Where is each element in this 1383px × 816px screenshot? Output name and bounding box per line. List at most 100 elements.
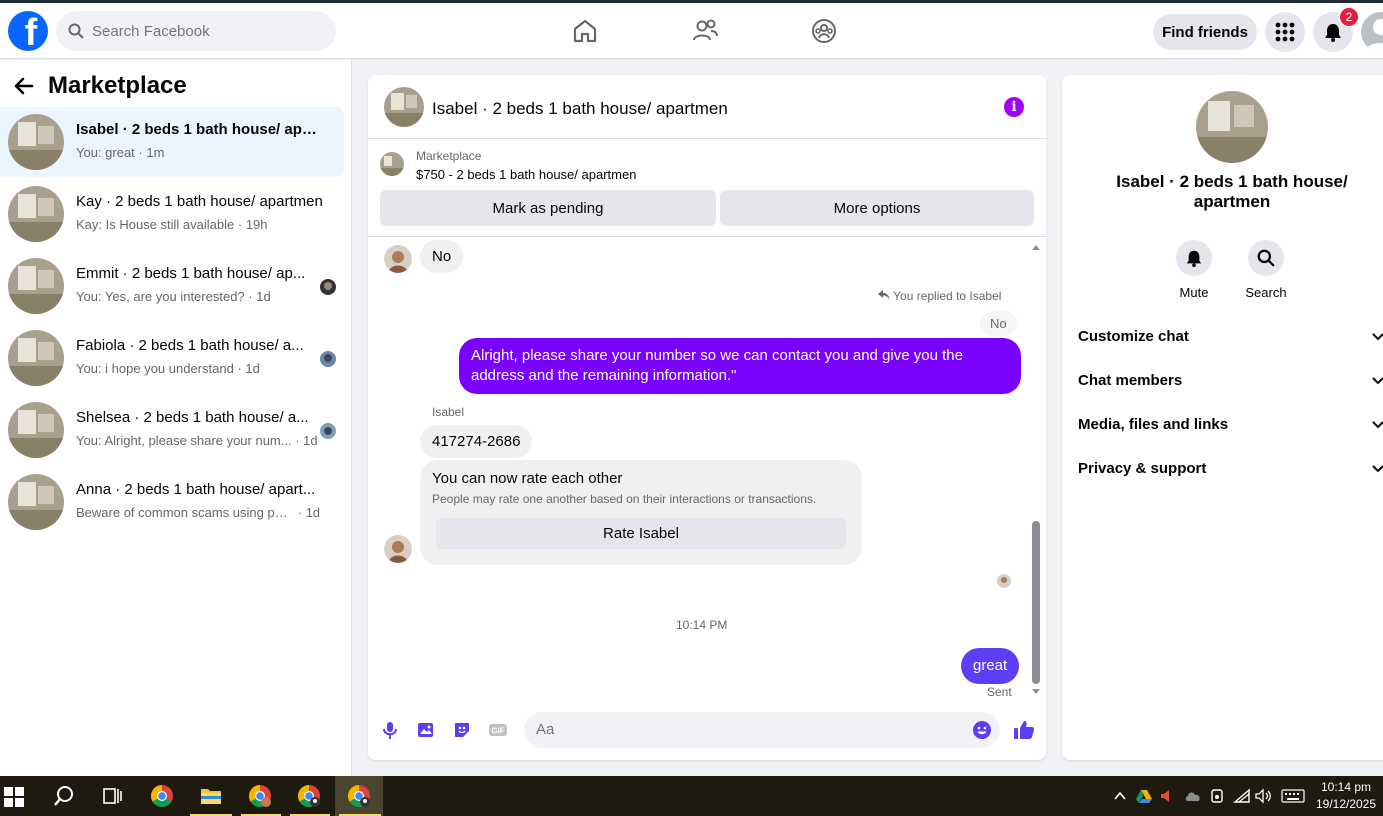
onedrive-cloud-icon[interactable] xyxy=(1184,788,1202,804)
listing-thumbnail-large[interactable] xyxy=(1196,91,1268,163)
svg-text:GIF: GIF xyxy=(491,727,504,736)
chrome-profile-icon[interactable] xyxy=(248,784,272,808)
task-view-icon[interactable] xyxy=(100,784,124,808)
conversation-item[interactable]: Isabel · 2 beds 1 bath house/ apart... Y… xyxy=(0,107,344,177)
file-explorer-icon[interactable] xyxy=(199,784,223,808)
facebook-logo[interactable]: f xyxy=(8,11,48,51)
conversation-snippet: You: Yes, are you interested? · 1d xyxy=(76,289,271,304)
chat-window: Isabel · 2 beds 1 bath house/ apartmen i… xyxy=(368,75,1046,760)
listing-thumbnail xyxy=(8,402,64,458)
system-clock[interactable]: 10:14 pm 19/12/2025 xyxy=(1308,779,1383,813)
reply-indicator: You replied to Isabel xyxy=(878,289,1001,303)
microphone-icon[interactable] xyxy=(380,720,400,740)
chat-members-section[interactable]: Chat members xyxy=(1078,365,1383,395)
device-icon[interactable] xyxy=(1210,788,1224,804)
marketplace-label: Marketplace xyxy=(416,149,482,163)
chrome-profile-icon[interactable] xyxy=(347,784,371,808)
search-input[interactable] xyxy=(92,22,312,40)
conversation-snippet: Kay: Is House still available · 19h xyxy=(76,217,268,232)
conversation-item[interactable]: Shelsea · 2 beds 1 bath house/ a... You:… xyxy=(0,395,344,465)
customize-chat-section[interactable]: Customize chat xyxy=(1078,321,1383,351)
gif-icon[interactable]: GIF xyxy=(488,720,508,740)
message-thread: No You replied to Isabel No Alright, ple… xyxy=(368,238,1046,700)
groups-icon[interactable] xyxy=(810,17,838,45)
rating-card-title: You can now rate each other xyxy=(432,470,623,487)
conversation-title: Emmit · 2 beds 1 bath house/ ap... xyxy=(76,265,306,282)
incoming-message[interactable]: 417274-2686 xyxy=(420,425,533,458)
conversation-title: Isabel · 2 beds 1 bath house/ apart... xyxy=(76,121,324,138)
speaker-muted-icon[interactable] xyxy=(1160,788,1176,804)
chevron-down-icon xyxy=(1372,465,1383,473)
incoming-message[interactable]: No xyxy=(420,240,464,273)
marketplace-listing-bar: Marketplace $750 - 2 beds 1 bath house/ … xyxy=(368,139,1046,237)
seen-avatar xyxy=(320,351,336,367)
keyboard-icon[interactable] xyxy=(1281,788,1305,804)
bell-icon xyxy=(1186,250,1202,267)
home-icon[interactable] xyxy=(571,17,599,45)
isabel-avatar xyxy=(384,245,412,273)
reply-arrow-icon xyxy=(878,290,890,300)
photo-icon[interactable] xyxy=(416,720,436,740)
clock-time: 10:14 pm xyxy=(1320,780,1372,794)
grid-menu-icon xyxy=(1275,22,1295,42)
bell-icon xyxy=(1325,24,1341,42)
listing-title[interactable]: $750 - 2 beds 1 bath house/ apartmen xyxy=(416,167,636,182)
chat-header-thumbnail[interactable] xyxy=(384,87,424,127)
page-title: Marketplace xyxy=(48,72,187,99)
outgoing-message[interactable]: Alright, please share your number so we … xyxy=(459,338,1021,394)
friends-icon[interactable] xyxy=(691,17,719,45)
windows-start-icon[interactable] xyxy=(4,787,24,807)
privacy-support-section[interactable]: Privacy & support xyxy=(1078,453,1383,483)
conversation-item[interactable]: Fabiola · 2 beds 1 bath house/ a... You:… xyxy=(0,323,344,393)
chevron-up-icon[interactable] xyxy=(1112,788,1128,804)
isabel-avatar xyxy=(384,535,412,563)
scrollbar-thumb[interactable] xyxy=(1032,521,1040,684)
chrome-profile-icon[interactable] xyxy=(297,784,321,808)
user-silhouette-icon xyxy=(1365,19,1383,52)
seen-avatar xyxy=(320,279,336,295)
marketplace-header: Marketplace xyxy=(12,72,187,100)
listing-thumbnail xyxy=(8,186,64,242)
conversation-snippet: Beware of common scams using pay... · 1d xyxy=(76,505,321,520)
windows-taskbar: 10:14 pm 19/12/2025 xyxy=(0,776,1383,816)
profile-avatar[interactable] xyxy=(1361,12,1383,52)
back-arrow-icon[interactable] xyxy=(12,74,36,98)
search-in-chat-button[interactable]: Search xyxy=(1236,240,1296,300)
wifi-icon[interactable] xyxy=(1233,788,1251,804)
mark-as-pending-button[interactable]: Mark as pending xyxy=(380,190,716,226)
chrome-icon[interactable] xyxy=(150,784,174,808)
info-icon[interactable]: i xyxy=(1004,97,1024,117)
emoji-icon[interactable] xyxy=(972,720,992,740)
message-input-box[interactable] xyxy=(524,712,1000,748)
quoted-message[interactable]: No xyxy=(980,311,1017,336)
listing-thumbnail xyxy=(380,152,404,176)
more-options-button[interactable]: More options xyxy=(720,190,1034,226)
search-icon[interactable] xyxy=(52,784,76,808)
message-input[interactable] xyxy=(536,721,956,738)
media-files-links-section[interactable]: Media, files and links xyxy=(1078,409,1383,439)
clock-date: 19/12/2025 xyxy=(1315,797,1377,811)
message-status: Sent xyxy=(987,685,1012,699)
conversation-title: Shelsea · 2 beds 1 bath house/ a... xyxy=(76,409,309,426)
drive-icon[interactable] xyxy=(1136,788,1152,804)
conversation-item[interactable]: Emmit · 2 beds 1 bath house/ ap... You: … xyxy=(0,251,344,321)
conversation-item[interactable]: Kay · 2 beds 1 bath house/ apartmen Kay:… xyxy=(0,179,344,249)
chat-header: Isabel · 2 beds 1 bath house/ apartmen i xyxy=(368,75,1046,139)
like-icon[interactable] xyxy=(1013,719,1035,741)
volume-icon[interactable] xyxy=(1255,788,1273,804)
sticker-icon[interactable] xyxy=(452,720,472,740)
conversation-title: Anna · 2 beds 1 bath house/ apart... xyxy=(76,481,316,498)
conversation-list-panel: Marketplace Isabel · 2 beds 1 bath house… xyxy=(0,60,352,776)
rate-isabel-button[interactable]: Rate Isabel xyxy=(436,518,846,549)
chevron-down-icon xyxy=(1372,421,1383,429)
mute-button[interactable]: Mute xyxy=(1164,240,1224,300)
chat-title[interactable]: Isabel · 2 beds 1 bath house/ apartmen xyxy=(432,99,728,119)
top-navigation-bar: f Find friends 2 xyxy=(0,3,1383,59)
notifications-badge: 2 xyxy=(1339,7,1359,27)
find-friends-button[interactable]: Find friends xyxy=(1153,14,1257,50)
menu-button[interactable] xyxy=(1265,12,1305,52)
mute-label: Mute xyxy=(1179,285,1209,300)
outgoing-message[interactable]: great xyxy=(961,648,1020,684)
conversation-item[interactable]: Anna · 2 beds 1 bath house/ apart... Bew… xyxy=(0,467,344,537)
search-box[interactable] xyxy=(56,11,336,51)
